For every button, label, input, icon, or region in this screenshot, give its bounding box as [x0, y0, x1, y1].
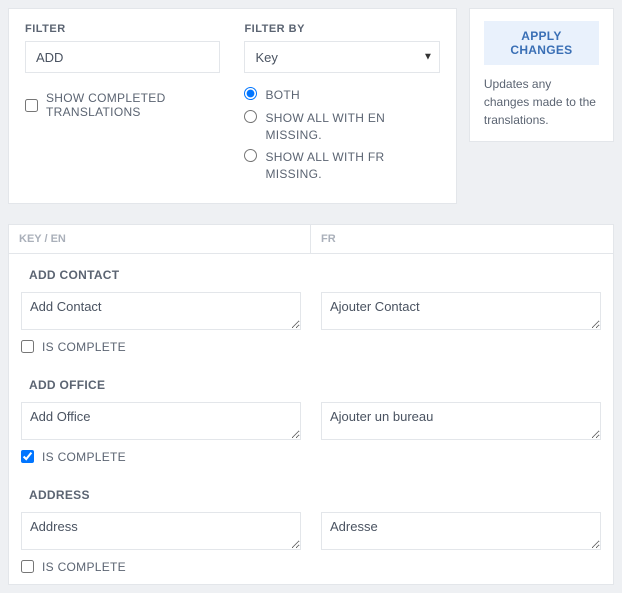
radio-en-missing[interactable]: SHOW ALL WITH EN MISSING. — [244, 110, 439, 144]
side-panel: APPLY CHANGES Updates any changes made t… — [469, 8, 614, 142]
entry-fr-input[interactable] — [321, 292, 601, 330]
table-row: ADD OFFICE IS COMPLETE — [9, 364, 613, 474]
translations-table: KEY / EN FR ADD CONTACT IS COMPLETE ADD … — [8, 224, 614, 585]
is-complete-checkbox[interactable] — [21, 560, 34, 573]
radio-both-input[interactable] — [244, 87, 257, 100]
column-header-key: KEY / EN — [9, 225, 311, 253]
entry-fr-input[interactable] — [321, 402, 601, 440]
radio-fr-missing[interactable]: SHOW ALL WITH FR MISSING. — [244, 149, 439, 183]
entry-en-input[interactable] — [21, 402, 301, 440]
radio-fr-missing-input[interactable] — [244, 149, 257, 162]
entry-key: ADDRESS — [29, 488, 601, 502]
apply-changes-button[interactable]: APPLY CHANGES — [484, 21, 599, 65]
column-header-fr: FR — [311, 225, 613, 253]
entry-fr-input[interactable] — [321, 512, 601, 550]
filter-column: FILTER SHOW COMPLETED TRANSLATIONS — [25, 23, 220, 189]
filter-by-column: FILTER BY Key ▼ BOTH SHOW ALL WITH EN MI… — [244, 23, 439, 189]
entry-key: ADD OFFICE — [29, 378, 601, 392]
table-row: ADDRESS IS COMPLETE — [9, 474, 613, 584]
radio-en-missing-label: SHOW ALL WITH EN MISSING. — [265, 110, 439, 144]
is-complete-label: IS COMPLETE — [42, 560, 126, 574]
filter-by-label: FILTER BY — [244, 23, 439, 35]
is-complete-checkbox[interactable] — [21, 340, 34, 353]
filter-label: FILTER — [25, 23, 220, 35]
table-header: KEY / EN FR — [9, 225, 613, 254]
filter-by-select[interactable]: Key ▼ — [244, 41, 439, 73]
filter-by-selected: Key — [255, 50, 277, 65]
radio-both[interactable]: BOTH — [244, 87, 439, 104]
is-complete-checkbox[interactable] — [21, 450, 34, 463]
apply-description: Updates any changes made to the translat… — [484, 75, 599, 129]
show-completed-checkbox[interactable] — [25, 99, 38, 112]
filter-panel: FILTER SHOW COMPLETED TRANSLATIONS FILTE… — [8, 8, 457, 204]
entry-en-input[interactable] — [21, 512, 301, 550]
radio-both-label: BOTH — [265, 87, 300, 104]
entry-en-input[interactable] — [21, 292, 301, 330]
is-complete-label: IS COMPLETE — [42, 340, 126, 354]
is-complete-label: IS COMPLETE — [42, 450, 126, 464]
radio-fr-missing-label: SHOW ALL WITH FR MISSING. — [265, 149, 439, 183]
filter-by-radio-group: BOTH SHOW ALL WITH EN MISSING. SHOW ALL … — [244, 87, 439, 183]
filter-input[interactable] — [25, 41, 220, 73]
chevron-down-icon: ▼ — [423, 52, 433, 63]
table-row: ADD CONTACT IS COMPLETE — [9, 254, 613, 364]
radio-en-missing-input[interactable] — [244, 110, 257, 123]
entry-key: ADD CONTACT — [29, 268, 601, 282]
show-completed-label: SHOW COMPLETED TRANSLATIONS — [46, 91, 220, 119]
